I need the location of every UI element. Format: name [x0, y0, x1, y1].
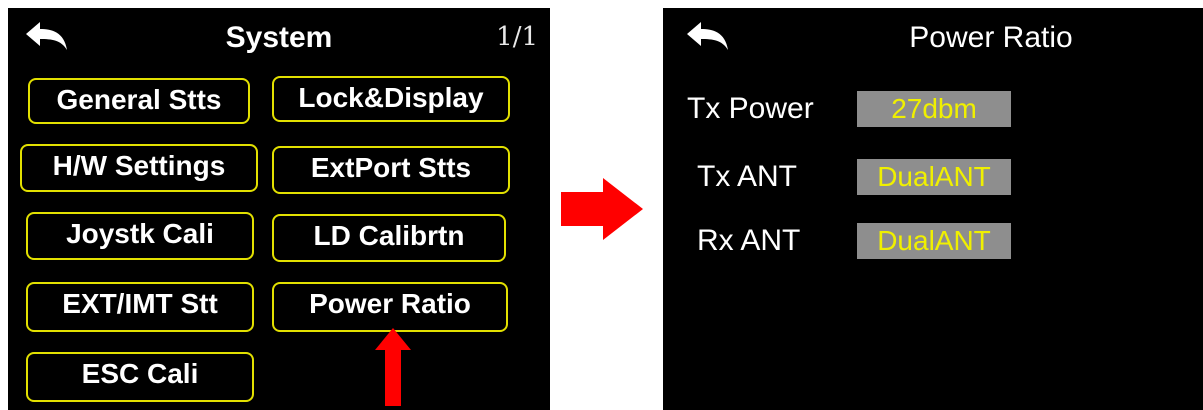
right-arrow-icon	[561, 178, 643, 240]
tx-ant-value[interactable]: DualANT	[857, 159, 1011, 195]
ld-calibration-button[interactable]: LD Calibrtn	[272, 214, 506, 262]
tx-power-label: Tx Power	[687, 92, 814, 125]
power-ratio-button[interactable]: Power Ratio	[272, 282, 508, 332]
back-arrow-icon[interactable]	[685, 20, 733, 54]
page-indicator: 1/1	[496, 22, 538, 52]
joystick-calibration-button[interactable]: Joystk Cali	[26, 212, 254, 260]
esc-calibration-button[interactable]: ESC Cali	[26, 352, 254, 402]
page-title: System	[225, 21, 333, 54]
rx-ant-value[interactable]: DualANT	[857, 223, 1011, 259]
power-ratio-screen: Power Ratio Tx Power 27dbm Tx ANT DualAN…	[663, 8, 1203, 410]
tx-power-value[interactable]: 27dbm	[857, 91, 1011, 127]
tx-ant-label: Tx ANT	[697, 160, 798, 193]
system-screen: System 1/1 General Stts Lock&Display H/W…	[8, 8, 550, 410]
general-settings-button[interactable]: General Stts	[28, 78, 250, 124]
up-arrow-icon	[375, 328, 411, 406]
extport-settings-button[interactable]: ExtPort Stts	[272, 146, 510, 194]
rx-ant-label: Rx ANT	[697, 224, 801, 257]
lock-display-button[interactable]: Lock&Display	[272, 76, 510, 122]
hw-settings-button[interactable]: H/W Settings	[20, 144, 258, 192]
ext-imt-settings-button[interactable]: EXT/IMT Stt	[26, 282, 254, 332]
page-title: Power Ratio	[909, 21, 1073, 54]
